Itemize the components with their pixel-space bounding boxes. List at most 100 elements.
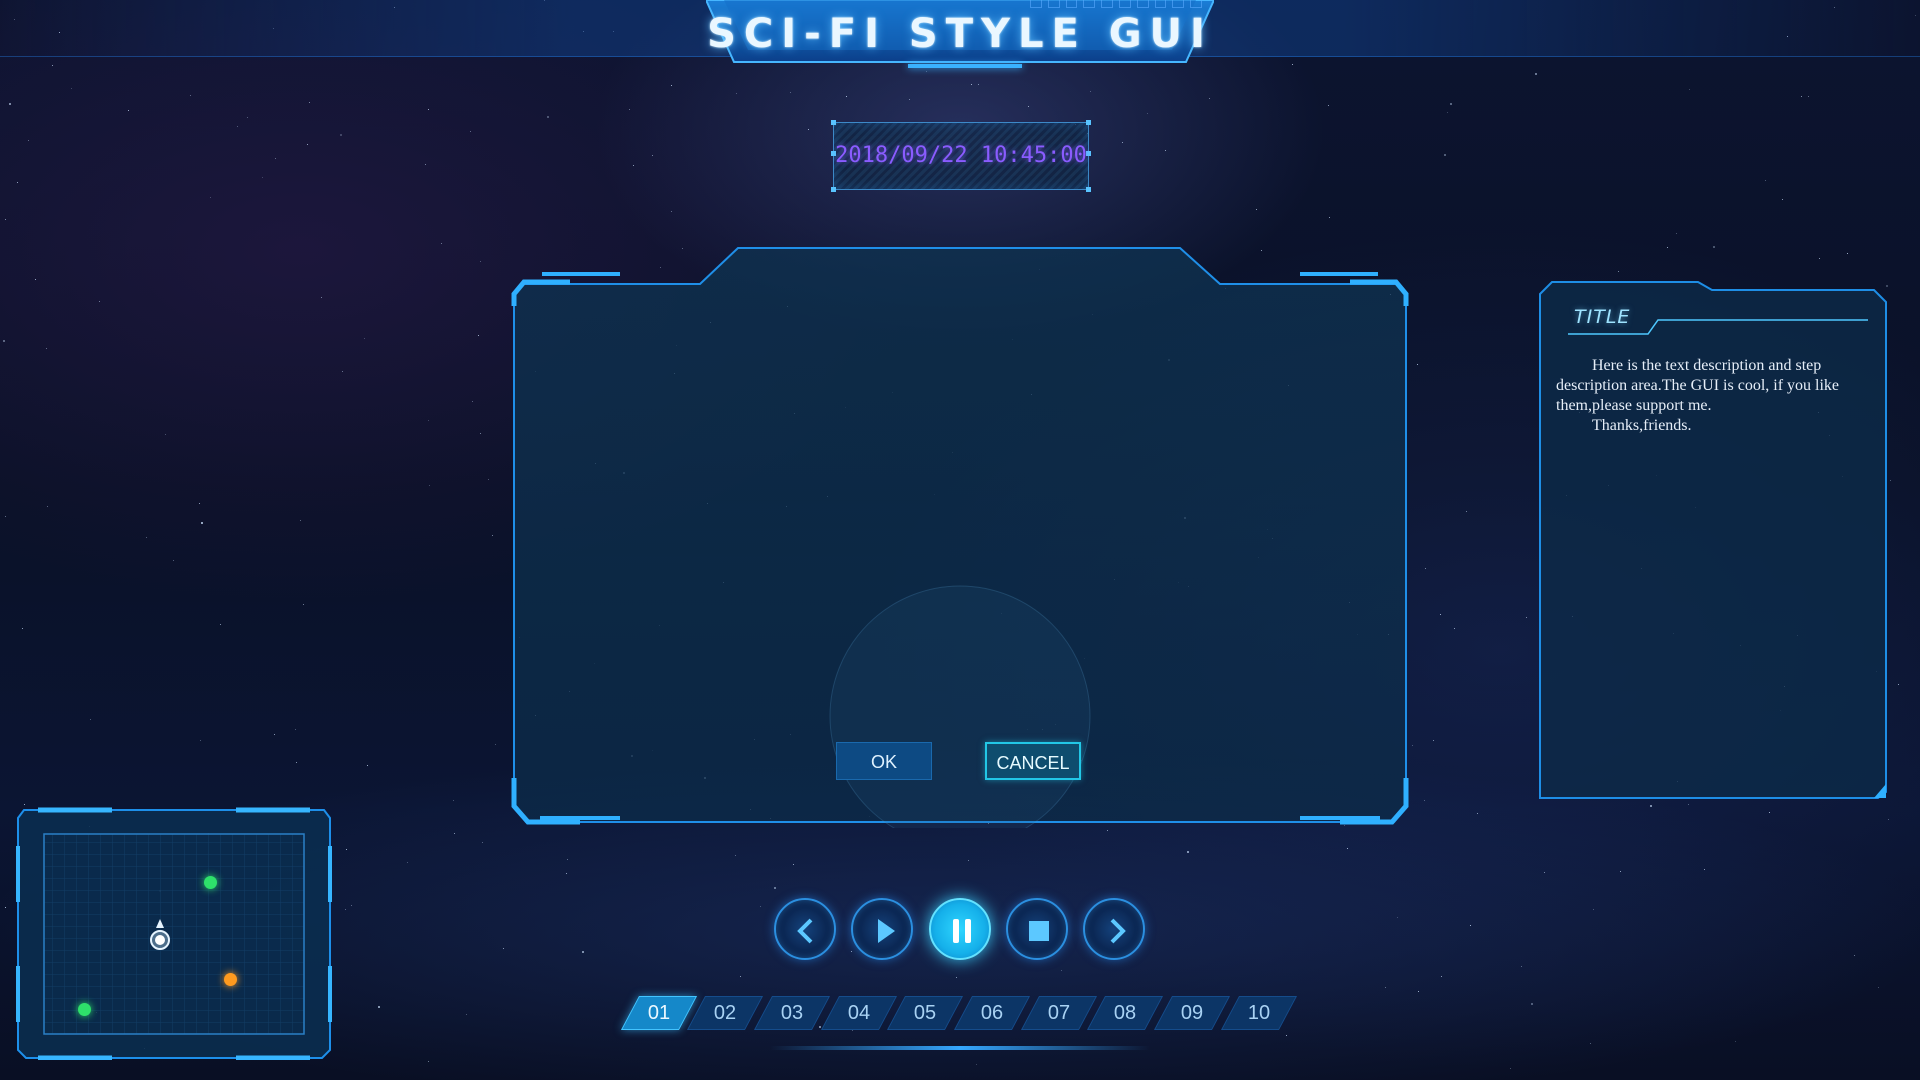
play-button[interactable] bbox=[851, 898, 913, 960]
stop-button[interactable] bbox=[1006, 898, 1068, 960]
star bbox=[1521, 966, 1522, 967]
star bbox=[774, 887, 776, 889]
star bbox=[480, 261, 481, 262]
star bbox=[300, 520, 301, 521]
page-tab-02[interactable]: 02 bbox=[686, 996, 764, 1030]
star bbox=[200, 740, 201, 741]
star bbox=[378, 1006, 380, 1008]
star bbox=[201, 522, 203, 524]
panel-description: Here is the text description and step de… bbox=[1556, 356, 1864, 436]
star bbox=[35, 279, 36, 280]
star bbox=[199, 503, 200, 504]
star bbox=[1854, 955, 1855, 956]
page-tab-01[interactable]: 01 bbox=[620, 996, 698, 1030]
star bbox=[1147, 113, 1148, 114]
star bbox=[1292, 64, 1293, 65]
star bbox=[492, 535, 493, 536]
star bbox=[1187, 851, 1189, 853]
star bbox=[1061, 970, 1062, 971]
star bbox=[1209, 98, 1210, 99]
star bbox=[1890, 480, 1891, 481]
page-tab-10[interactable]: 10 bbox=[1220, 996, 1298, 1030]
page-tab-04[interactable]: 04 bbox=[820, 996, 898, 1030]
star bbox=[735, 855, 736, 856]
star bbox=[190, 95, 191, 96]
star bbox=[1808, 96, 1809, 97]
star bbox=[52, 65, 53, 66]
datetime-text: 2018/09/22 10:45:00 bbox=[835, 143, 1087, 168]
star bbox=[808, 129, 809, 130]
star bbox=[307, 144, 308, 145]
minimap[interactable] bbox=[16, 806, 332, 1060]
star bbox=[793, 864, 794, 865]
star bbox=[1412, 745, 1413, 746]
page-tab-06[interactable]: 06 bbox=[953, 996, 1031, 1030]
star bbox=[1898, 684, 1899, 685]
star bbox=[1801, 96, 1802, 97]
page-tab-03[interactable]: 03 bbox=[753, 996, 831, 1030]
player-marker-icon bbox=[150, 919, 170, 950]
star bbox=[1425, 568, 1426, 569]
star bbox=[1347, 848, 1348, 849]
star bbox=[582, 951, 584, 953]
star bbox=[1688, 804, 1689, 805]
star bbox=[736, 93, 737, 94]
star bbox=[367, 765, 368, 766]
star bbox=[90, 719, 91, 720]
star bbox=[303, 604, 304, 605]
star bbox=[1888, 819, 1889, 820]
star bbox=[428, 109, 429, 110]
pause-button[interactable] bbox=[929, 898, 991, 960]
star bbox=[1450, 103, 1452, 105]
star bbox=[165, 434, 166, 435]
ok-button[interactable]: OK bbox=[836, 742, 932, 780]
star bbox=[146, 537, 147, 538]
star bbox=[466, 1014, 467, 1015]
star bbox=[237, 126, 238, 127]
star bbox=[5, 907, 6, 908]
star bbox=[5, 219, 6, 220]
star bbox=[1769, 812, 1770, 813]
star bbox=[1713, 246, 1715, 248]
star bbox=[478, 335, 479, 336]
previous-button[interactable] bbox=[774, 898, 836, 960]
stop-icon bbox=[1029, 921, 1049, 941]
star bbox=[1090, 91, 1091, 92]
star bbox=[3, 340, 5, 342]
star bbox=[309, 102, 310, 103]
star bbox=[1385, 987, 1386, 988]
star bbox=[274, 734, 275, 735]
star bbox=[429, 485, 430, 486]
star bbox=[9, 103, 11, 105]
star bbox=[547, 116, 549, 118]
panel-title: TITLE bbox=[1574, 306, 1631, 328]
star bbox=[407, 862, 408, 863]
star bbox=[1286, 1035, 1287, 1036]
star bbox=[968, 860, 969, 861]
page-title: SCI-FI STYLE GUI bbox=[707, 11, 1213, 57]
star bbox=[340, 134, 342, 136]
page-tab-09[interactable]: 09 bbox=[1153, 996, 1231, 1030]
star bbox=[567, 859, 568, 860]
star bbox=[24, 804, 25, 805]
star bbox=[296, 762, 297, 763]
datetime-display: 2018/09/22 10:45:00 bbox=[831, 120, 1091, 192]
star bbox=[1477, 813, 1478, 814]
next-button[interactable] bbox=[1083, 898, 1145, 960]
star bbox=[760, 906, 761, 907]
cancel-button[interactable]: CANCEL bbox=[985, 742, 1081, 780]
star bbox=[128, 110, 129, 111]
page-tab-07[interactable]: 07 bbox=[1020, 996, 1098, 1030]
star bbox=[1466, 511, 1467, 512]
star bbox=[428, 1061, 429, 1062]
play-icon bbox=[878, 919, 895, 943]
star bbox=[472, 401, 473, 402]
star bbox=[425, 164, 426, 165]
star bbox=[1418, 991, 1419, 992]
page-tab-08[interactable]: 08 bbox=[1086, 996, 1164, 1030]
star bbox=[1593, 909, 1594, 910]
star bbox=[46, 348, 47, 349]
page-tab-05[interactable]: 05 bbox=[886, 996, 964, 1030]
panel-paragraph: Thanks,friends. bbox=[1592, 417, 1692, 434]
star bbox=[22, 628, 23, 629]
